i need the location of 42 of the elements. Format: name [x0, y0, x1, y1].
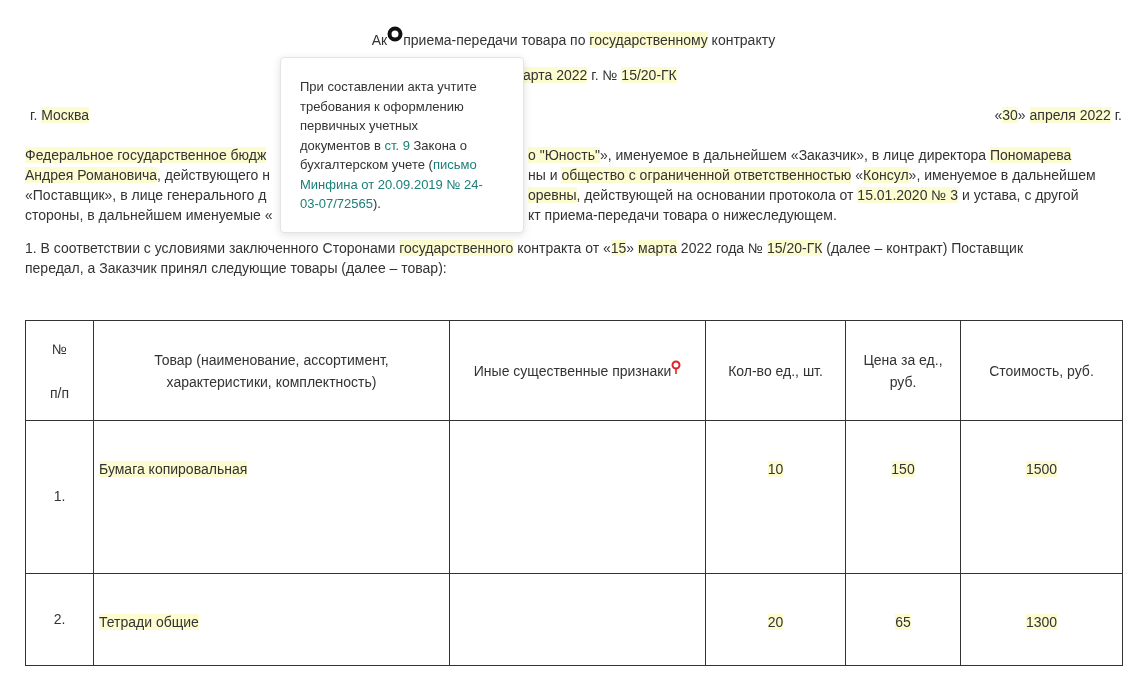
table-cell: 20 — [767, 614, 784, 630]
link[interactable]: письмо — [432, 157, 477, 172]
table-cell: Тетради общие — [99, 614, 199, 630]
tooltip-text: При составлении акта учтите — [300, 78, 478, 96]
paragraph-text: оревны, действующей на основании протокола от 15.01.2020 № 3 и устава, с другой — [528, 186, 1079, 205]
date-text: «30» апреля 2022 г. — [994, 106, 1122, 125]
column-header: Иные существенные признаки — [473, 361, 672, 381]
paragraph-text: стороны, в дальнейшем именуемые « — [25, 207, 273, 223]
paragraph-text: о "Юность"», именуемое в дальнейшем «Заказчик», в лице директора Пономарева — [528, 146, 1072, 165]
column-header: № п/п — [25, 320, 94, 421]
tooltip-text: 03-07/72565). — [300, 195, 382, 213]
ring-icon[interactable] — [387, 26, 404, 42]
column-header: Стоимость, руб. — [960, 320, 1123, 421]
title-text: Ак — [371, 31, 388, 50]
paragraph-text: кт приема-передачи товара о нижеследующем. — [528, 206, 837, 225]
link[interactable]: ст. 9 — [384, 137, 410, 153]
table-cell: 10 — [767, 461, 784, 477]
table-cell: Бумага копировальная — [99, 461, 248, 477]
tooltip-text: бухгалтерском учете (письмо — [300, 156, 478, 174]
paragraph-text: 1. В соответствии с условиями заключенного Сторонами государственного контракта от «15» марта 2022 года № 15/20-ГК (далее – контракт) Поставщик передал, а Заказчик принял следующие товары (далее – товар): — [25, 239, 1024, 278]
column-header: Товар (наименование, ассортимент, характеристики, комплектность) — [93, 320, 450, 421]
column-header: Цена за ед., руб. — [845, 320, 961, 421]
tooltip-text: требования к оформлению — [300, 97, 465, 116]
table-cell: 1. — [53, 488, 66, 504]
table-cell: 1300 — [1025, 614, 1058, 630]
table-cell: 1500 — [1025, 461, 1058, 477]
paragraph-text: Андрея Романовича, действующего н — [25, 167, 270, 183]
tooltip-text: первичных учетных — [300, 117, 420, 135]
paragraph-text: Федеральное государственное бюдж — [25, 147, 267, 163]
table-cell: 150 — [891, 461, 915, 477]
table-cell: 65 — [895, 614, 911, 630]
table-cell: 2. — [53, 610, 66, 627]
title-text: приема-передачи товара по государственному контракту — [403, 31, 776, 50]
subtitle-text: арта 2022 г. № 15/20-ГК — [523, 67, 677, 83]
tooltip-text: документов в ст. 9 Закона о — [300, 136, 468, 155]
pin-icon[interactable] — [671, 359, 682, 374]
city-text: г. Москва — [30, 106, 89, 125]
column-header: Кол-во ед., шт. — [705, 320, 846, 421]
paragraph-text: ны и общество с ограниченной ответственностью «Консул», именуемое в дальнейшем — [528, 166, 1096, 185]
link[interactable]: 03-07/72565 — [300, 196, 373, 211]
link[interactable]: Минфина от 20.09.2019 № 24- — [300, 176, 483, 192]
paragraph-text: «Поставщик», в лице генерального д — [25, 187, 267, 203]
